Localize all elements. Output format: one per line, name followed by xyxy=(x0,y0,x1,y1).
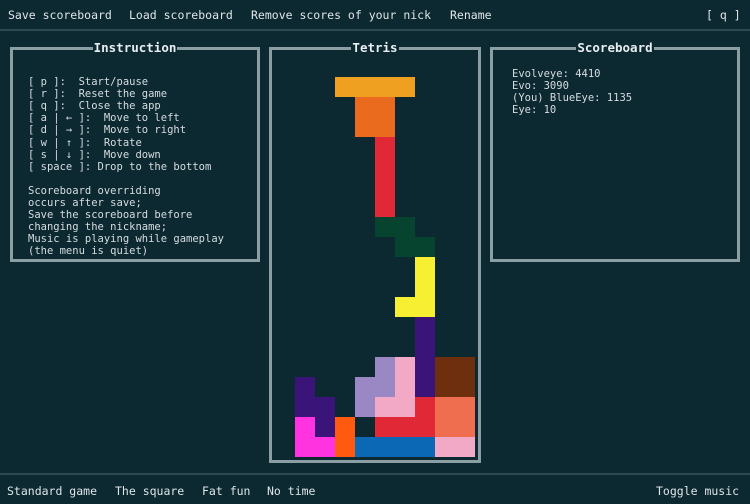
tetromino-block xyxy=(295,437,315,457)
tetromino-block xyxy=(435,397,455,417)
key-hint: [ w | ↑ ]: Rotate xyxy=(28,136,142,149)
tetromino-block xyxy=(335,77,355,97)
tetromino-block xyxy=(395,237,415,257)
tetromino-block xyxy=(435,357,455,377)
tetromino-block xyxy=(375,437,395,457)
tetromino-block xyxy=(395,437,415,457)
tetromino-block xyxy=(295,417,315,437)
tetromino-block xyxy=(435,377,455,397)
note-line: occurs after save; xyxy=(28,196,142,209)
key-hint: [ space ]: Drop to the bottom xyxy=(28,160,212,173)
mode-the-square[interactable]: The square xyxy=(115,484,184,498)
tetromino-block xyxy=(455,357,475,377)
tetromino-block xyxy=(415,397,435,417)
tetromino-block xyxy=(415,437,435,457)
tetromino-block xyxy=(375,177,395,197)
tetromino-block xyxy=(415,297,435,317)
tetromino-block xyxy=(415,257,435,277)
note-line: Music is playing while gameplay xyxy=(28,233,224,246)
score-entry: Evo: 3090 xyxy=(512,80,569,92)
load-scoreboard-button[interactable]: Load scoreboard xyxy=(129,8,233,22)
tetromino-block xyxy=(455,437,475,457)
rename-button[interactable]: Rename xyxy=(450,8,492,22)
tetromino-block xyxy=(415,237,435,257)
tetromino-block xyxy=(395,357,415,377)
tetromino-block xyxy=(435,437,455,457)
tetromino-block xyxy=(395,297,415,317)
save-scoreboard-button[interactable]: Save scoreboard xyxy=(8,8,112,22)
tetromino-block xyxy=(455,397,475,417)
tetromino-block xyxy=(315,417,335,437)
tetromino-block xyxy=(435,417,455,437)
tetromino-block xyxy=(455,417,475,437)
tetromino-block xyxy=(335,437,355,457)
tetromino-block xyxy=(295,377,315,397)
tetromino-block xyxy=(415,377,435,397)
tetromino-block xyxy=(375,137,395,157)
tetromino-block xyxy=(375,417,395,437)
mode-fat-fun[interactable]: Fat fun xyxy=(202,484,250,498)
score-entry: Evolveye: 4410 xyxy=(512,68,601,80)
key-hint: [ r ]: Reset the game xyxy=(28,88,168,101)
tetromino-block xyxy=(315,437,335,457)
tetromino-block xyxy=(395,217,415,237)
tetromino-block xyxy=(375,197,395,217)
tetromino-block xyxy=(395,397,415,417)
tetromino-block xyxy=(415,317,435,337)
tetromino-block xyxy=(375,157,395,177)
quit-button[interactable]: [ q ] xyxy=(706,8,741,22)
tetromino-block xyxy=(415,357,435,377)
tetromino-block xyxy=(355,437,375,457)
instruction-title: Instruction xyxy=(92,40,178,55)
score-entry: Eye: 10 xyxy=(512,104,557,116)
tetromino-block xyxy=(355,377,375,397)
footer-bar: Standard game The square Fat fun No time… xyxy=(0,473,750,504)
key-hint: [ p ]: Start/pause xyxy=(28,76,149,89)
tetromino-block xyxy=(355,397,375,417)
key-hint: [ s | ↓ ]: Move down xyxy=(28,148,161,161)
tetromino-block xyxy=(355,117,375,137)
instruction-text: [ p ]: Start/pause[ r ]: Reset the game[… xyxy=(28,64,224,282)
tetromino-block xyxy=(335,417,355,437)
note-line: (the menu is quiet) xyxy=(28,245,149,258)
tetromino-block xyxy=(415,417,435,437)
tetromino-block xyxy=(415,277,435,297)
tetromino-block xyxy=(355,97,375,117)
key-hint: [ a | ← ]: Move to left xyxy=(28,112,180,125)
tetromino-block xyxy=(375,377,395,397)
note-line: changing the nickname; xyxy=(28,221,168,234)
game-board[interactable] xyxy=(272,48,478,460)
tetromino-block xyxy=(375,117,395,137)
tetromino-block xyxy=(315,397,335,417)
toggle-music-button[interactable]: Toggle music xyxy=(656,484,739,498)
tetromino-block xyxy=(375,357,395,377)
remove-scores-button[interactable]: Remove scores of your nick xyxy=(251,8,431,22)
scoreboard-title: Scoreboard xyxy=(576,40,654,55)
tetromino-block xyxy=(295,397,315,417)
score-list: Evolveye: 4410 Evo: 3090 (You) BlueEye: … xyxy=(512,68,632,116)
tetromino-block xyxy=(395,77,415,97)
score-entry: (You) BlueEye: 1135 xyxy=(512,92,633,104)
scoreboard-panel: Scoreboard Evolveye: 4410 Evo: 3090 (You… xyxy=(490,40,740,262)
note-line: Save the scoreboard before xyxy=(28,209,193,222)
tetromino-block xyxy=(375,397,395,417)
note-line: Scoreboard overriding xyxy=(28,184,161,197)
key-hint: [ d | → ]: Move to right xyxy=(28,124,187,137)
tetromino-block xyxy=(395,377,415,397)
tetromino-block xyxy=(455,377,475,397)
menu-bar: Save scoreboard Load scoreboard Remove s… xyxy=(0,0,750,31)
tetromino-block xyxy=(375,217,395,237)
tetromino-block xyxy=(395,417,415,437)
tetromino-block xyxy=(415,337,435,357)
mode-no-time[interactable]: No time xyxy=(267,484,315,498)
key-hint: [ q ]: Close the app xyxy=(28,100,161,113)
mode-standard-game[interactable]: Standard game xyxy=(7,484,97,498)
tetromino-block xyxy=(355,77,375,97)
instruction-panel: Instruction [ p ]: Start/pause[ r ]: Res… xyxy=(10,40,260,262)
tetromino-block xyxy=(375,97,395,117)
tetromino-block xyxy=(375,77,395,97)
